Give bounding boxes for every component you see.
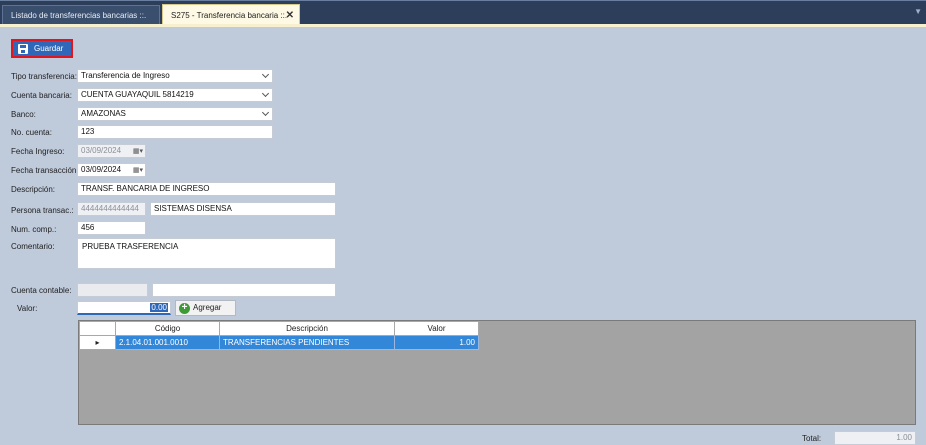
fecha-ingreso-date: 03/09/2024 ▦▾ [77,144,146,158]
cell-codigo[interactable]: 2.1.04.01.001.0010 [115,335,220,350]
chevron-down-icon [261,108,270,117]
valor-input[interactable]: 0.00 [77,301,171,315]
fecha-transaccion-label: Fecha transacción: [11,166,79,175]
chevron-down-icon [261,89,270,98]
column-header-valor[interactable]: Valor [394,321,479,336]
tipo-transferencia-select[interactable]: Transferencia de Ingreso [77,69,273,83]
no-cuenta-label: No. cuenta: [11,128,52,137]
banco-select[interactable]: AMAZONAS [77,107,273,121]
no-cuenta-input[interactable]: 123 [77,125,273,139]
tab-menu-icon[interactable]: ▼ [914,7,922,16]
cuenta-contable-code-input[interactable] [77,283,148,297]
comentario-label: Comentario: [11,242,55,251]
fecha-transaccion-date[interactable]: 03/09/2024 ▦▾ [77,163,146,177]
comentario-value: PRUEBA TRASFERENCIA [82,242,179,251]
cuenta-contable-label: Cuenta contable: [11,286,72,295]
persona-transac-id: 4444444444444 [81,204,139,213]
tab-strip: Listado de transferencias bancarias ::. … [0,0,926,25]
persona-transac-id-input: 4444444444444 [77,202,146,216]
descripcion-label: Descripción: [11,185,56,194]
calendar-dropdown-icon[interactable]: ▦▾ [133,165,143,176]
valor-value: 0.00 [150,303,168,312]
table-row[interactable]: ▸ 2.1.04.01.001.0010 TRANSFERENCIAS PEND… [79,335,479,350]
column-header-descripcion[interactable]: Descripción [219,321,395,336]
banco-label: Banco: [11,110,36,119]
calendar-dropdown-icon: ▦▾ [132,148,143,155]
num-comp-input[interactable]: 456 [77,221,146,235]
cell-descripcion[interactable]: TRANSFERENCIAS PENDIENTES [219,335,395,350]
fecha-ingreso-label: Fecha Ingreso: [11,147,65,156]
chevron-down-icon [261,70,270,79]
comentario-textarea[interactable]: PRUEBA TRASFERENCIA [77,238,336,269]
num-comp-label: Num. comp.: [11,225,57,234]
cuenta-bancaria-select[interactable]: CUENTA GUAYAQUIL 5814219 [77,88,273,102]
tab-label: S275 - Transferencia bancaria ::. [171,11,288,20]
column-header-codigo[interactable]: Código [115,321,220,336]
persona-transac-label: Persona transac.: [11,206,74,215]
row-selector-header [79,321,116,336]
tab-listado-transferencias[interactable]: Listado de transferencias bancarias ::. [2,5,160,24]
no-cuenta-value: 123 [81,127,95,136]
tab-label: Listado de transferencias bancarias ::. [11,11,147,20]
fecha-transaccion-value: 03/09/2024 [81,165,122,174]
detail-grid[interactable]: Código Descripción Valor ▸ 2.1.04.01.001… [78,320,916,425]
tipo-transferencia-value: Transferencia de Ingreso [81,71,170,80]
persona-transac-name-input[interactable]: SISTEMAS DISENSA [150,202,336,216]
close-icon[interactable]: ✕ [286,5,294,26]
table-header-row: Código Descripción Valor [79,321,479,336]
banco-value: AMAZONAS [81,109,126,118]
cuenta-bancaria-value: CUENTA GUAYAQUIL 5814219 [81,90,194,99]
num-comp-value: 456 [81,223,95,232]
descripcion-value: TRANSF. BANCARIA DE INGRESO [81,184,210,193]
floppy-disk-icon [18,44,28,54]
total-value-field: 1.00 [834,431,916,445]
descripcion-input[interactable]: TRANSF. BANCARIA DE INGRESO [77,182,336,196]
cuenta-bancaria-label: Cuenta bancaria: [11,91,72,100]
add-button[interactable]: + Agregar [175,300,236,316]
add-button-label: Agregar [193,303,222,312]
fecha-ingreso-value: 03/09/2024 [81,146,122,155]
persona-transac-name: SISTEMAS DISENSA [154,204,232,213]
tipo-transferencia-label: Tipo transferencia: [11,72,77,81]
total-label: Total: [802,434,822,443]
row-indicator-icon[interactable]: ▸ [79,335,116,350]
total-value: 1.00 [896,433,912,442]
tab-transferencia-bancaria[interactable]: S275 - Transferencia bancaria ::. ✕ [162,4,300,25]
plus-circle-icon: + [179,303,190,314]
save-button[interactable]: Guardar [11,39,73,58]
detail-table: Código Descripción Valor ▸ 2.1.04.01.001… [79,321,479,350]
form-panel: Guardar Tipo transferencia: Transferenci… [0,27,926,445]
valor-label: Valor: [17,304,38,313]
save-button-label: Guardar [34,44,64,53]
cell-valor[interactable]: 1.00 [394,335,479,350]
cuenta-contable-name-input[interactable] [152,283,336,297]
